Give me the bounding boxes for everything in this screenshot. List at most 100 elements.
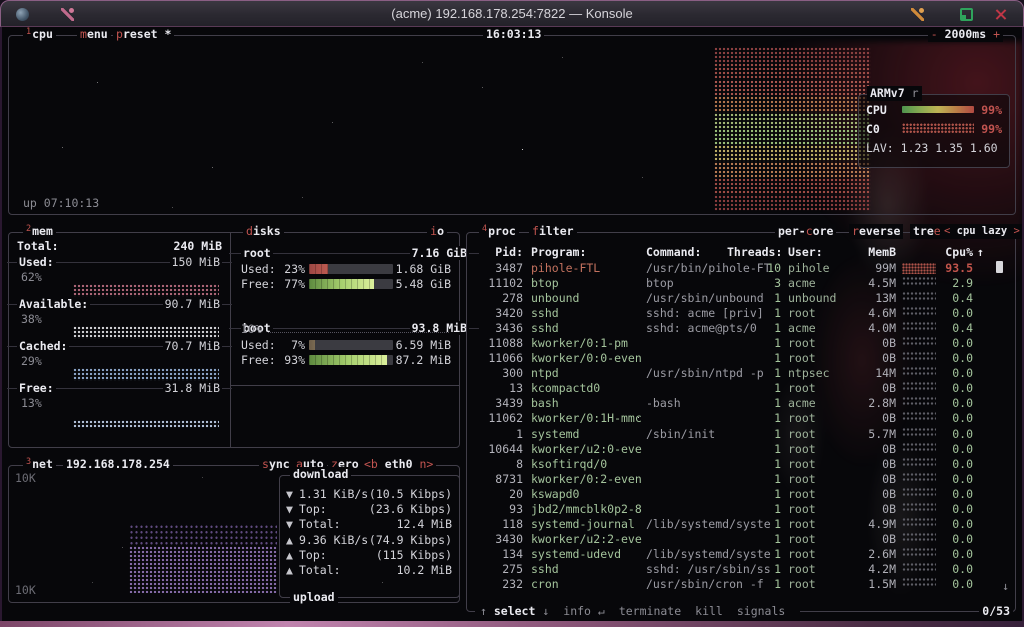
proc-row[interactable]: 118 systemd-journal /lib/systemd/syste 1…: [475, 517, 1007, 532]
core0-graph: [902, 123, 974, 134]
cpu-model-label: ARMv7 r: [867, 86, 922, 101]
proc-cpu-mini-graph: [902, 321, 936, 330]
proc-rows: 3487 pihole-FTL /usr/bin/pihole-FT 10 pi…: [475, 261, 1007, 592]
col-memb[interactable]: MemB: [843, 245, 896, 259]
proc-row[interactable]: 11102 btop btop 3 acme 4.5M 2.9: [475, 276, 1007, 291]
disk-root-row: root7.16 GiB: [241, 246, 469, 260]
disk-boot-io: IO%: [241, 322, 451, 336]
net-box-title[interactable]: 3net: [23, 457, 56, 472]
proc-cpu-mini-graph: [902, 276, 936, 285]
mem-graph: [73, 326, 219, 339]
scroll-down-icon[interactable]: ↓: [1002, 579, 1009, 593]
maximize-button[interactable]: [960, 8, 973, 21]
proc-row[interactable]: 10644 kworker/u2:0-eve 1 root 0B 0.0: [475, 442, 1007, 457]
proc-row[interactable]: 11062 kworker/0:1H-mmc 1 root 0B 0.0: [475, 411, 1007, 426]
window-border-left: [0, 27, 2, 621]
net-scale-bottom: 10K: [15, 583, 36, 597]
tree-button[interactable]: tree: [910, 224, 944, 239]
sync-button[interactable]: sync: [259, 457, 293, 472]
mem-entry: Available:90.7 MiB 38%: [17, 297, 222, 339]
window-titlebar: (acme) 192.168.178.254:7822 — Konsole: [0, 0, 1024, 27]
col-cpu[interactable]: Cpu%: [936, 245, 973, 259]
disks-box-title[interactable]: disks: [243, 224, 284, 239]
proc-row[interactable]: 8731 kworker/0:2-even 1 root 0B 0.0: [475, 472, 1007, 487]
net-address: 192.168.178.254: [63, 457, 173, 472]
footer-button[interactable]: info ↵: [561, 604, 607, 619]
net-stat-row: ▲ 9.36 KiB/s (74.9 Kibps): [286, 533, 452, 548]
mem-graph: [73, 368, 219, 381]
mem-entry: Used:150 MiB 62%: [17, 255, 222, 297]
iface-switcher[interactable]: <b eth0 n>: [361, 457, 436, 472]
mem-box-title[interactable]: 2mem: [23, 224, 56, 239]
proc-row[interactable]: 11066 kworker/0:0-even 1 root 0B 0.0: [475, 351, 1007, 366]
proc-row[interactable]: 3436 sshd sshd: acme@pts/0 1 acme 4.0M 0…: [475, 321, 1007, 336]
proc-row[interactable]: 11088 kworker/0:1-pm 1 root 0B 0.0: [475, 336, 1007, 351]
proc-row[interactable]: 3487 pihole-FTL /usr/bin/pihole-FT 10 pi…: [475, 261, 1007, 276]
proc-row[interactable]: 300 ntpd /usr/sbin/ntpd -p 1 ntpsec 14M …: [475, 366, 1007, 381]
proc-row[interactable]: 3430 kworker/u2:2-eve 1 root 0B 0.0: [475, 532, 1007, 547]
proc-row[interactable]: 3439 bash -bash 1 acme 2.8M 0.0: [475, 396, 1007, 411]
proc-row[interactable]: 232 cron /usr/sbin/cron -f 1 root 1.5M 0…: [475, 577, 1007, 592]
sort-selector[interactable]: < cpu lazy >: [941, 224, 1022, 239]
per-core-button[interactable]: per-core: [775, 224, 836, 239]
proc-row[interactable]: 278 unbound /usr/sbin/unbound 1 unbound …: [475, 291, 1007, 306]
filter-button[interactable]: filter: [529, 224, 577, 239]
proc-row[interactable]: 8 ksoftirqd/0 1 root 0B 0.0: [475, 457, 1007, 472]
net-stats-subbox: download ▼ 1.31 KiB/s (10.5 Kibps) ▼ Top…: [279, 475, 460, 598]
terminal-area: 1cpu menu preset * 16:03:13 - 2000ms + A…: [2, 27, 1022, 621]
col-user[interactable]: User:: [788, 245, 823, 259]
cpu-graph: [714, 47, 871, 211]
net-stat-row: ▼ 1.31 KiB/s (10.5 Kibps): [286, 487, 452, 502]
cpu-box-title[interactable]: 1cpu: [23, 27, 56, 42]
proc-row[interactable]: 1 systemd /sbin/init 1 root 5.7M 0.0: [475, 427, 1007, 442]
preset-button[interactable]: preset *: [113, 27, 174, 42]
disk-boot-used: Used:7% 6.59 MiB: [241, 338, 451, 352]
proc-row[interactable]: 134 systemd-udevd /lib/systemd/syste 1 r…: [475, 547, 1007, 562]
col-program[interactable]: Program:: [531, 245, 586, 259]
net-graph-upload: [129, 546, 277, 593]
io-mode-button[interactable]: io: [427, 224, 447, 239]
footer-button[interactable]: terminate: [617, 604, 683, 619]
proc-cpu-mini-graph: [902, 411, 936, 420]
proc-row[interactable]: 13 kcompactd0 1 root 0B 0.0: [475, 381, 1007, 396]
uptime-label: up 07:10:13: [23, 196, 99, 210]
mem-total-row: Total:240 MiB: [17, 239, 222, 253]
pin-icon[interactable]: [61, 8, 74, 21]
interval-minus-button[interactable]: -: [931, 27, 938, 41]
proc-cpu-mini-graph: [902, 502, 936, 511]
disk-used-meter: [309, 340, 393, 350]
footer-button[interactable]: kill: [693, 604, 725, 619]
footer-button[interactable]: ↑ select ↓: [478, 604, 551, 619]
proc-cpu-mini-graph: [902, 336, 936, 345]
col-pid[interactable]: Pid:: [475, 245, 523, 259]
interval-value: 2000ms: [945, 27, 987, 41]
mem-entries: Used:150 MiB 62% Available:90.7 MiB 38% …: [9, 255, 230, 428]
proc-row[interactable]: 275 sshd sshd: /usr/sbin/ss 1 root 4.2M …: [475, 562, 1007, 577]
clock: 16:03:13: [483, 27, 544, 42]
proc-scrollbar[interactable]: [996, 261, 1003, 273]
shortcut-pin-icon[interactable]: [911, 8, 924, 21]
cpu-meter: [902, 106, 974, 113]
window-border-bottom: [0, 621, 1024, 627]
menu-button[interactable]: menu: [77, 27, 111, 42]
proc-box: 4proc filter per-core reverse tree < cpu…: [466, 232, 1016, 612]
close-button[interactable]: [994, 8, 1007, 21]
proc-cpu-mini-graph: [902, 547, 936, 556]
proc-cpu-mini-graph: [902, 427, 936, 436]
proc-row[interactable]: 93 jbd2/mmcblk0p2-8 1 root 0B 0.0: [475, 502, 1007, 517]
footer-button[interactable]: signals: [735, 604, 787, 619]
proc-cpu-mini-graph: [902, 532, 936, 541]
proc-count: 0/53: [979, 604, 1013, 619]
proc-cpu-mini-graph: [902, 381, 936, 390]
col-threads[interactable]: Threads:: [727, 245, 781, 259]
proc-footer: ↑ select ↓ info ↵ terminate kill signals: [475, 604, 800, 619]
mem-panel: 2mem Total:240 MiB Used:150 MiB 62% Avai…: [9, 233, 230, 447]
disk-root-free: Free:77% 5.48 GiB: [241, 277, 451, 291]
reverse-button[interactable]: reverse: [849, 224, 903, 239]
interval-plus-button[interactable]: +: [993, 27, 1000, 41]
col-command[interactable]: Command:: [646, 245, 701, 259]
proc-row[interactable]: 3420 sshd sshd: acme [priv] 1 root 4.6M …: [475, 306, 1007, 321]
proc-box-title[interactable]: 4proc: [479, 224, 519, 239]
proc-row[interactable]: 20 kswapd0 1 root 0B 0.0: [475, 487, 1007, 502]
proc-cpu-mini-graph: [902, 457, 936, 466]
